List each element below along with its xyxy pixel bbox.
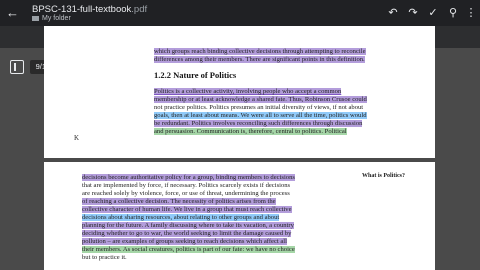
- text-line: not practice politics. Politics presumes…: [154, 104, 364, 111]
- folder-icon: [32, 15, 39, 21]
- highlighted-text: goals, then at least about means. We wer…: [154, 112, 367, 119]
- highlighted-text: differences among their members. There a…: [154, 56, 365, 63]
- text-line: deciding whether to go to war, the world…: [82, 230, 362, 238]
- text-line: be redundant. Politics involves reconcil…: [154, 120, 435, 128]
- highlighted-text: decisions become authoritative policy fo…: [82, 174, 295, 181]
- text-line: membership or at least acknowledge a sha…: [154, 96, 435, 104]
- highlighted-text: and persuasion. Communication is, theref…: [154, 128, 347, 135]
- highlighted-text: planning for the future. A family discus…: [82, 222, 294, 229]
- text-line: of reaching a collective decision. The n…: [82, 198, 362, 206]
- file-extension: .pdf: [131, 4, 148, 15]
- more-options-icon[interactable]: ⋮: [464, 6, 478, 20]
- folder-name: My folder: [42, 15, 71, 22]
- highlighted-text: Politics is a collective activity, invol…: [154, 88, 342, 95]
- text-line: decisions become authoritative policy fo…: [82, 174, 362, 182]
- text-line: Politics is a collective activity, invol…: [154, 88, 435, 96]
- search-icon[interactable]: ⚲: [446, 6, 460, 20]
- highlighted-text: of reaching a collective decision. The n…: [82, 198, 276, 205]
- margin-mark: K: [74, 134, 80, 142]
- text-line: decisions about sharing resources, about…: [82, 214, 362, 222]
- save-icon[interactable]: ✓: [426, 6, 440, 20]
- running-header: What is Politics?: [362, 173, 405, 179]
- highlighted-text: be redundant. Politics involves reconcil…: [154, 120, 363, 127]
- text-line: collective character of human life. We l…: [82, 206, 362, 214]
- file-name: BPSC-131-full-textbook: [32, 4, 132, 15]
- sidebar-toggle-icon[interactable]: [10, 60, 24, 74]
- highlighted-text: their members. As social creatures, poli…: [82, 246, 295, 253]
- text-line: planning for the future. A family discus…: [82, 222, 362, 230]
- highlighted-text: deciding whether to go to war, the world…: [82, 230, 292, 237]
- highlighted-text: decisions about sharing resources, about…: [82, 214, 280, 221]
- document-title: BPSC-131-full-textbook.pdf: [32, 4, 147, 15]
- text-line: and persuasion. Communication is, theref…: [154, 128, 435, 136]
- text-line: pollution – are examples of groups seeki…: [82, 238, 362, 246]
- redo-icon[interactable]: ↷: [406, 6, 420, 20]
- section-heading: 1.2.2 Nature of Politics: [154, 70, 237, 80]
- pdf-page[interactable]: What is Politics? decisions become autho…: [44, 162, 435, 270]
- highlighted-text: pollution – are examples of groups seeki…: [82, 238, 287, 245]
- highlighted-text: membership or at least acknowledge a sha…: [154, 96, 367, 103]
- text-line: differences among their members. There a…: [154, 56, 435, 64]
- highlighted-text: which groups reach binding collective de…: [154, 48, 366, 55]
- back-arrow-icon[interactable]: ←: [6, 6, 19, 19]
- highlighted-text: collective character of human life. We l…: [82, 206, 292, 213]
- text-line: but to practice it.: [82, 254, 127, 261]
- text-line: goals, then at least about means. We wer…: [154, 112, 435, 120]
- pdf-page[interactable]: which groups reach binding collective de…: [44, 26, 435, 158]
- text-line: that are implemented by force, if necess…: [82, 182, 291, 189]
- undo-icon[interactable]: ↶: [386, 6, 400, 20]
- text-line: are reached solely by violence, force, o…: [82, 190, 290, 197]
- text-line: their members. As social creatures, poli…: [82, 246, 362, 254]
- title-bar: ← BPSC-131-full-textbook.pdf My folder ↶…: [0, 0, 480, 26]
- folder-location[interactable]: My folder: [32, 15, 71, 22]
- text-line: which groups reach binding collective de…: [154, 48, 435, 56]
